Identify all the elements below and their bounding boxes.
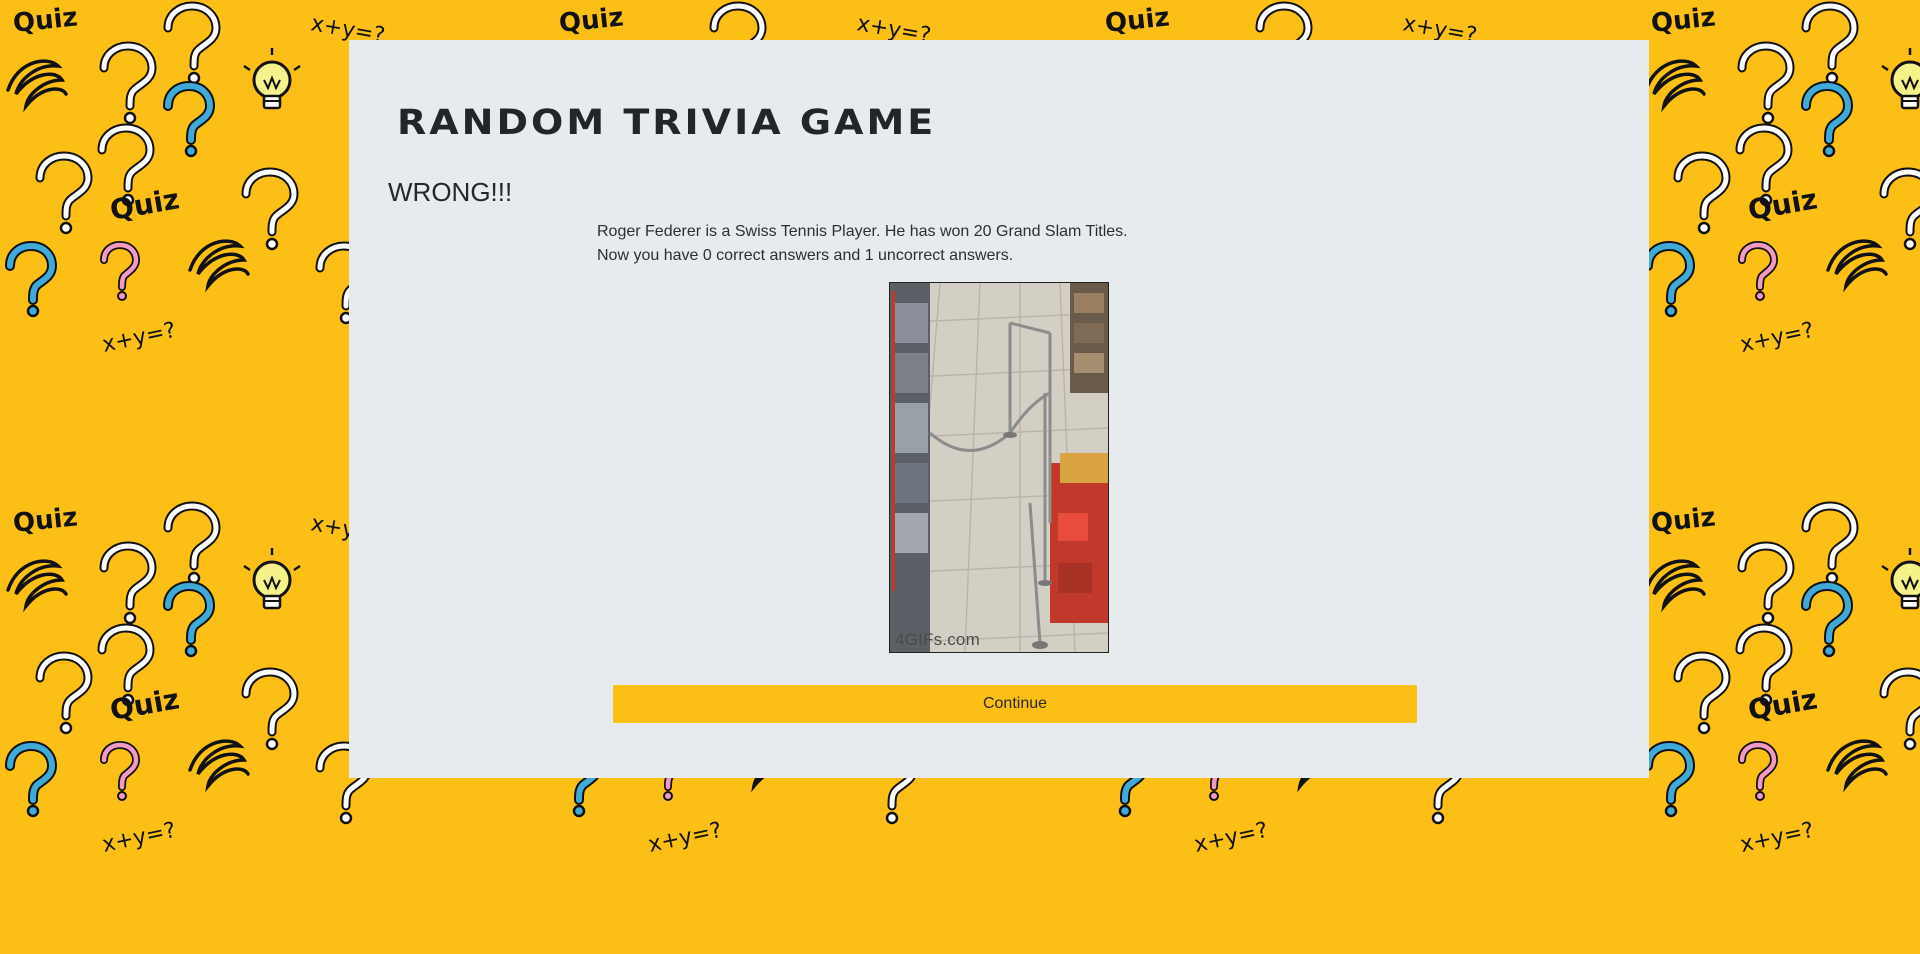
reaction-gif: 4GIFs.com [889,282,1109,653]
score-text: Now you have 0 correct answers and 1 unc… [597,247,1014,264]
store-aisle-image [890,283,1108,652]
page-title: RANDOM TRIVIA GAME [397,102,937,143]
continue-button[interactable]: Continue [613,685,1417,723]
result-heading: WRONG!!! [388,177,513,207]
explanation-text: Roger Federer is a Swiss Tennis Player. … [597,223,1128,240]
answer-explanation: Roger Federer is a Swiss Tennis Player. … [597,220,1128,268]
game-card: RANDOM TRIVIA GAME WRONG!!! Roger Federe… [349,40,1649,778]
gif-watermark: 4GIFs.com [895,630,980,649]
